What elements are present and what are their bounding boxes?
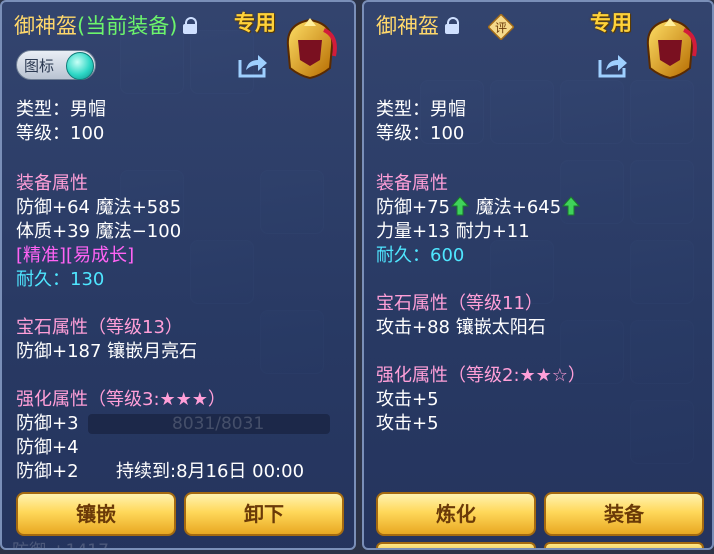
strength-line: 攻击+5 bbox=[376, 389, 439, 410]
gem-line: 防御+187 镶嵌月亮石 bbox=[16, 341, 198, 362]
refine-button[interactable]: 炼化 bbox=[376, 492, 536, 536]
svg-text:评: 评 bbox=[495, 21, 507, 35]
item-title-row: 御神盔(当前装备) bbox=[14, 10, 198, 40]
helmet-icon[interactable] bbox=[280, 16, 340, 80]
attr-special-line: [精准][易成长] bbox=[16, 245, 135, 266]
durability-line: 耐久：600 bbox=[376, 245, 465, 266]
up-arrow-icon bbox=[562, 196, 581, 216]
toggle-knob bbox=[66, 52, 94, 80]
strength-line: 防御+4 bbox=[16, 437, 79, 458]
share-icon[interactable] bbox=[236, 52, 268, 78]
icon-toggle-label: 图标 bbox=[24, 57, 55, 75]
unequip-button[interactable]: 卸下 bbox=[184, 492, 344, 536]
lock-icon bbox=[183, 16, 198, 34]
strength-header: 强化属性（等级2:★★☆） bbox=[376, 365, 586, 386]
gem-header: 宝石属性（等级13） bbox=[16, 317, 183, 338]
attr-header: 装备属性 bbox=[376, 173, 448, 194]
level-line: 等级：100 bbox=[376, 123, 465, 144]
attr-line: 体质+39 魔法−100 bbox=[16, 221, 182, 242]
attr-header: 装备属性 bbox=[16, 173, 88, 194]
attr-line: 防御+75 魔法+645 bbox=[376, 196, 581, 220]
type-line: 类型：男帽 bbox=[16, 99, 106, 120]
equip-button[interactable]: 装备 bbox=[544, 492, 704, 536]
level-line: 等级：100 bbox=[16, 123, 105, 144]
item-title: 御神盔 bbox=[376, 14, 439, 38]
gem-header: 宝石属性（等级11） bbox=[376, 293, 543, 314]
strength-header: 强化属性（等级3:★★★） bbox=[16, 389, 226, 410]
extra-button-edge[interactable] bbox=[376, 542, 536, 548]
attr-line: 力量+13 耐力+11 bbox=[376, 221, 530, 242]
item-title: 御神盔(当前装备) bbox=[14, 14, 178, 38]
rate-icon[interactable]: 评 bbox=[488, 14, 514, 40]
type-line: 类型：男帽 bbox=[376, 99, 466, 120]
strength-line: 防御+2 bbox=[16, 461, 79, 482]
durability-line: 耐久：130 bbox=[16, 269, 105, 290]
strength-line: 防御+3 bbox=[16, 413, 79, 434]
inlay-button[interactable]: 镶嵌 bbox=[16, 492, 176, 536]
gem-line: 攻击+88 镶嵌太阳石 bbox=[376, 317, 546, 338]
equipped-item-panel: 御神盔(当前装备) 专用 图标 类型：男帽 等级：100 装备属性 防御+64 … bbox=[0, 0, 356, 550]
bottom-faded-text: 防御 +1417 bbox=[12, 536, 109, 548]
helmet-icon[interactable] bbox=[640, 16, 700, 80]
up-arrow-icon bbox=[451, 196, 469, 216]
bag-item-panel: 御神盔 评 专用 类型：男帽 等级：100 装备属性 防御+75 魔法+645 … bbox=[362, 0, 714, 550]
icon-toggle[interactable]: 图标 bbox=[16, 50, 96, 80]
lock-icon bbox=[445, 16, 459, 34]
durability-readout: 8031/8031 bbox=[172, 414, 265, 434]
special-label: 专用 bbox=[590, 11, 632, 35]
strength-line: 攻击+5 bbox=[376, 413, 439, 434]
item-title-row: 御神盔 bbox=[376, 10, 459, 40]
expiry-line: 持续到:8月16日 00:00 bbox=[116, 461, 305, 482]
extra-button-edge[interactable] bbox=[544, 542, 704, 548]
special-label: 专用 bbox=[234, 11, 276, 35]
share-icon[interactable] bbox=[596, 52, 628, 78]
attr-line: 防御+64 魔法+585 bbox=[16, 197, 182, 218]
